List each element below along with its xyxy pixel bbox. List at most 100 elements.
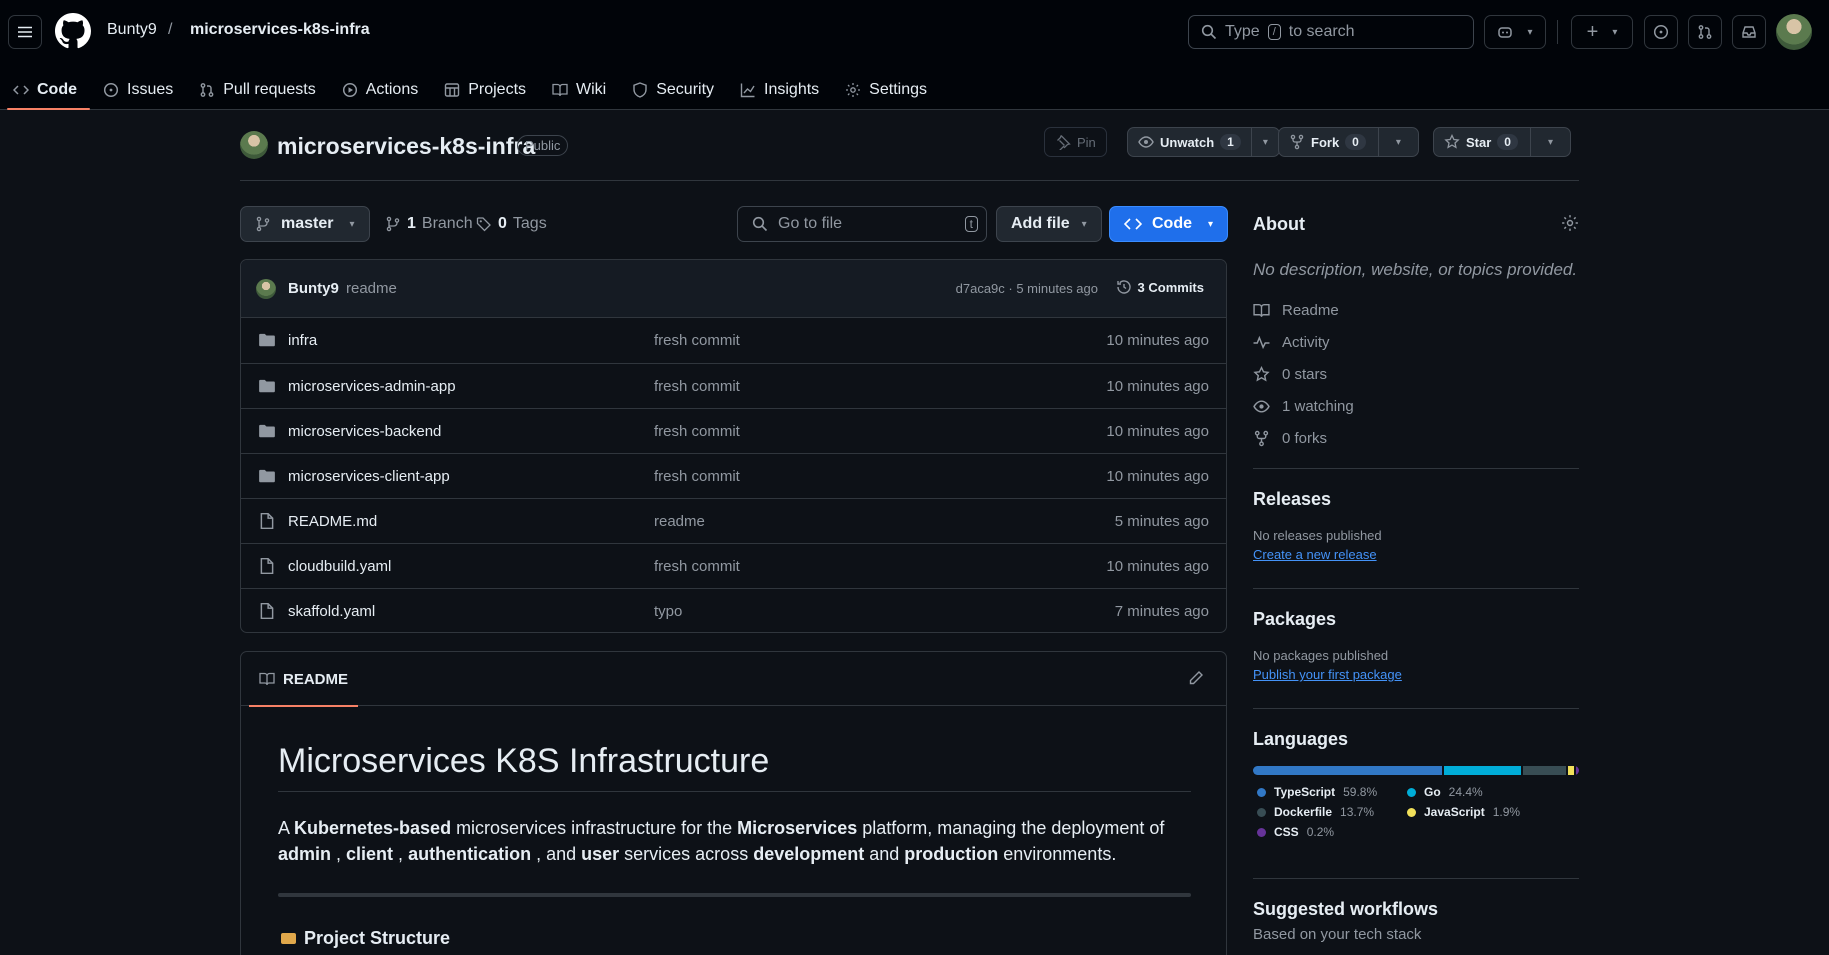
file-commit-message[interactable]: readme xyxy=(654,513,705,530)
readme-lead-strong: Microservices xyxy=(737,818,858,838)
star-dropdown[interactable]: ▾ xyxy=(1529,128,1570,156)
language-name: Dockerfile xyxy=(1274,805,1333,819)
star-button[interactable]: Star 0 ▾ xyxy=(1433,127,1571,157)
tab-settings[interactable]: Settings xyxy=(832,70,940,110)
language-item[interactable]: JavaScript 1.9% xyxy=(1403,805,1553,819)
about-item-label: 0 stars xyxy=(1282,365,1328,383)
readme-tab[interactable]: README xyxy=(249,652,359,707)
file-row[interactable]: microservices-backend fresh commit 10 minu… xyxy=(241,408,1226,453)
about-item-0-forks[interactable]: 0 forks xyxy=(1253,422,1579,454)
watch-button[interactable]: Unwatch 1 ▾ xyxy=(1127,127,1280,157)
file-commit-message[interactable]: fresh commit xyxy=(654,423,740,440)
file-commit-message[interactable]: typo xyxy=(654,603,682,620)
commit-author[interactable]: Bunty9 xyxy=(288,280,339,297)
watch-dropdown[interactable]: ▾ xyxy=(1250,128,1279,156)
file-commit-message[interactable]: fresh commit xyxy=(654,468,740,485)
file-name[interactable]: microservices-backend xyxy=(288,423,441,440)
commits-count: 3 Commits xyxy=(1137,279,1204,295)
breadcrumb-repo[interactable]: microservices-k8s-infra xyxy=(190,21,370,39)
workflows-title: Suggested workflows xyxy=(1253,899,1439,919)
file-commit-message[interactable]: fresh commit xyxy=(654,558,740,575)
global-search-input[interactable]: Type / to search xyxy=(1188,15,1474,49)
repo-name[interactable]: microservices-k8s-infra xyxy=(277,133,535,160)
tab-code[interactable]: Code xyxy=(0,70,90,110)
file-commit-message[interactable]: fresh commit xyxy=(654,332,740,349)
branches-link[interactable]: 1 Branch xyxy=(385,215,473,233)
tab-pull-requests[interactable]: Pull requests xyxy=(186,70,329,110)
file-row[interactable]: cloudbuild.yaml fresh commit 10 minutes ag… xyxy=(241,543,1226,588)
search-icon xyxy=(1201,24,1217,40)
fork-dropdown[interactable]: ▾ xyxy=(1377,128,1418,156)
workflows-subtitle: Based on your tech stack xyxy=(1253,926,1422,943)
inbox-button[interactable] xyxy=(1732,15,1766,49)
publish-package-link[interactable]: Publish your first package xyxy=(1253,667,1402,682)
file-name[interactable]: README.md xyxy=(288,513,377,530)
about-item-activity[interactable]: Activity xyxy=(1253,326,1579,358)
about-settings-button[interactable] xyxy=(1561,214,1579,232)
add-file-button[interactable]: Add file ▾ xyxy=(996,206,1102,242)
edit-readme-button[interactable] xyxy=(1188,670,1204,686)
file-row[interactable]: skaffold.yaml typo 7 minutes ago xyxy=(241,588,1226,632)
file-name[interactable]: microservices-admin-app xyxy=(288,378,456,395)
language-percent: 24.4% xyxy=(1448,785,1483,799)
branch-select-button[interactable]: master ▾ xyxy=(240,206,370,242)
code-button[interactable]: Code ▾ xyxy=(1109,206,1229,242)
tab-projects[interactable]: Projects xyxy=(431,70,539,110)
language-item[interactable]: CSS 0.2% xyxy=(1253,825,1403,839)
pin-button[interactable]: Pin xyxy=(1044,127,1107,157)
pencil-icon xyxy=(1189,671,1203,685)
language-item[interactable]: Dockerfile 13.7% xyxy=(1253,805,1403,819)
github-logo-icon[interactable] xyxy=(55,13,91,49)
file-row[interactable]: infra fresh commit 10 minutes ago xyxy=(241,318,1226,363)
readme-title: Microservices K8S Infrastructure xyxy=(278,742,1191,792)
fork-button[interactable]: Fork 0 ▾ xyxy=(1278,127,1419,157)
file-row[interactable]: microservices-client-app fresh commit 10 m… xyxy=(241,453,1226,498)
readme-lead-text: A xyxy=(278,818,295,838)
menu-button[interactable] xyxy=(8,15,42,49)
language-bar-segment xyxy=(1522,766,1566,775)
tab-wiki[interactable]: Wiki xyxy=(539,70,619,110)
commit-message[interactable]: readme xyxy=(346,280,397,297)
create-new-button[interactable]: + ▾ xyxy=(1571,15,1633,49)
go-to-file-input[interactable]: Go to file t xyxy=(737,206,987,242)
chevron-down-icon: ▾ xyxy=(1395,136,1401,148)
copilot-button[interactable]: ▾ xyxy=(1484,15,1546,49)
pulse-icon xyxy=(1253,335,1270,349)
tab-insights[interactable]: Insights xyxy=(727,70,832,110)
owner-avatar[interactable] xyxy=(240,131,268,159)
pull-requests-button[interactable] xyxy=(1688,15,1722,49)
tab-security[interactable]: Security xyxy=(619,70,727,110)
issues-button[interactable] xyxy=(1644,15,1678,49)
releases-title[interactable]: Releases xyxy=(1253,489,1579,510)
file-row[interactable]: microservices-admin-app fresh commit 10 mi… xyxy=(241,363,1226,408)
branch-icon xyxy=(386,216,400,232)
file-name[interactable]: microservices-client-app xyxy=(288,468,450,485)
packages-title[interactable]: Packages xyxy=(1253,609,1579,630)
readme-lead-strong: production xyxy=(904,844,999,864)
tab-actions[interactable]: Actions xyxy=(329,70,431,110)
user-avatar[interactable] xyxy=(1776,14,1812,50)
file-commit-message[interactable]: fresh commit xyxy=(654,378,740,395)
breadcrumb-owner[interactable]: Bunty9 xyxy=(107,21,157,39)
file-name[interactable]: cloudbuild.yaml xyxy=(288,558,391,575)
commits-link[interactable]: 3 Commits xyxy=(1116,279,1204,295)
about-item-0-stars[interactable]: 0 stars xyxy=(1253,358,1579,390)
author-avatar[interactable] xyxy=(256,279,276,299)
history-icon xyxy=(1116,280,1131,294)
file-row[interactable]: README.md readme 5 minutes ago xyxy=(241,498,1226,543)
commit-sha-time[interactable]: d7aca9c · 5 minutes ago xyxy=(956,281,1098,296)
suggested-workflows-section: Suggested workflows Based on your tech s… xyxy=(1253,878,1579,943)
readme-lead-text: microservices infrastructure for the xyxy=(451,818,738,838)
file-name[interactable]: infra xyxy=(288,332,317,349)
language-item[interactable]: TypeScript 59.8% xyxy=(1253,785,1403,799)
tags-link[interactable]: 0 Tags xyxy=(476,215,547,233)
tab-issues[interactable]: Issues xyxy=(90,70,186,110)
breadcrumb-separator: / xyxy=(168,21,173,38)
language-item[interactable]: Go 24.4% xyxy=(1403,785,1553,799)
about-item-1-watching[interactable]: 1 watching xyxy=(1253,390,1579,422)
about-item-readme[interactable]: Readme xyxy=(1253,294,1579,326)
search-placeholder-suffix: to search xyxy=(1288,23,1355,40)
file-name[interactable]: skaffold.yaml xyxy=(288,603,375,620)
create-release-link[interactable]: Create a new release xyxy=(1253,547,1377,562)
readme-lead-strong: user xyxy=(581,844,620,864)
